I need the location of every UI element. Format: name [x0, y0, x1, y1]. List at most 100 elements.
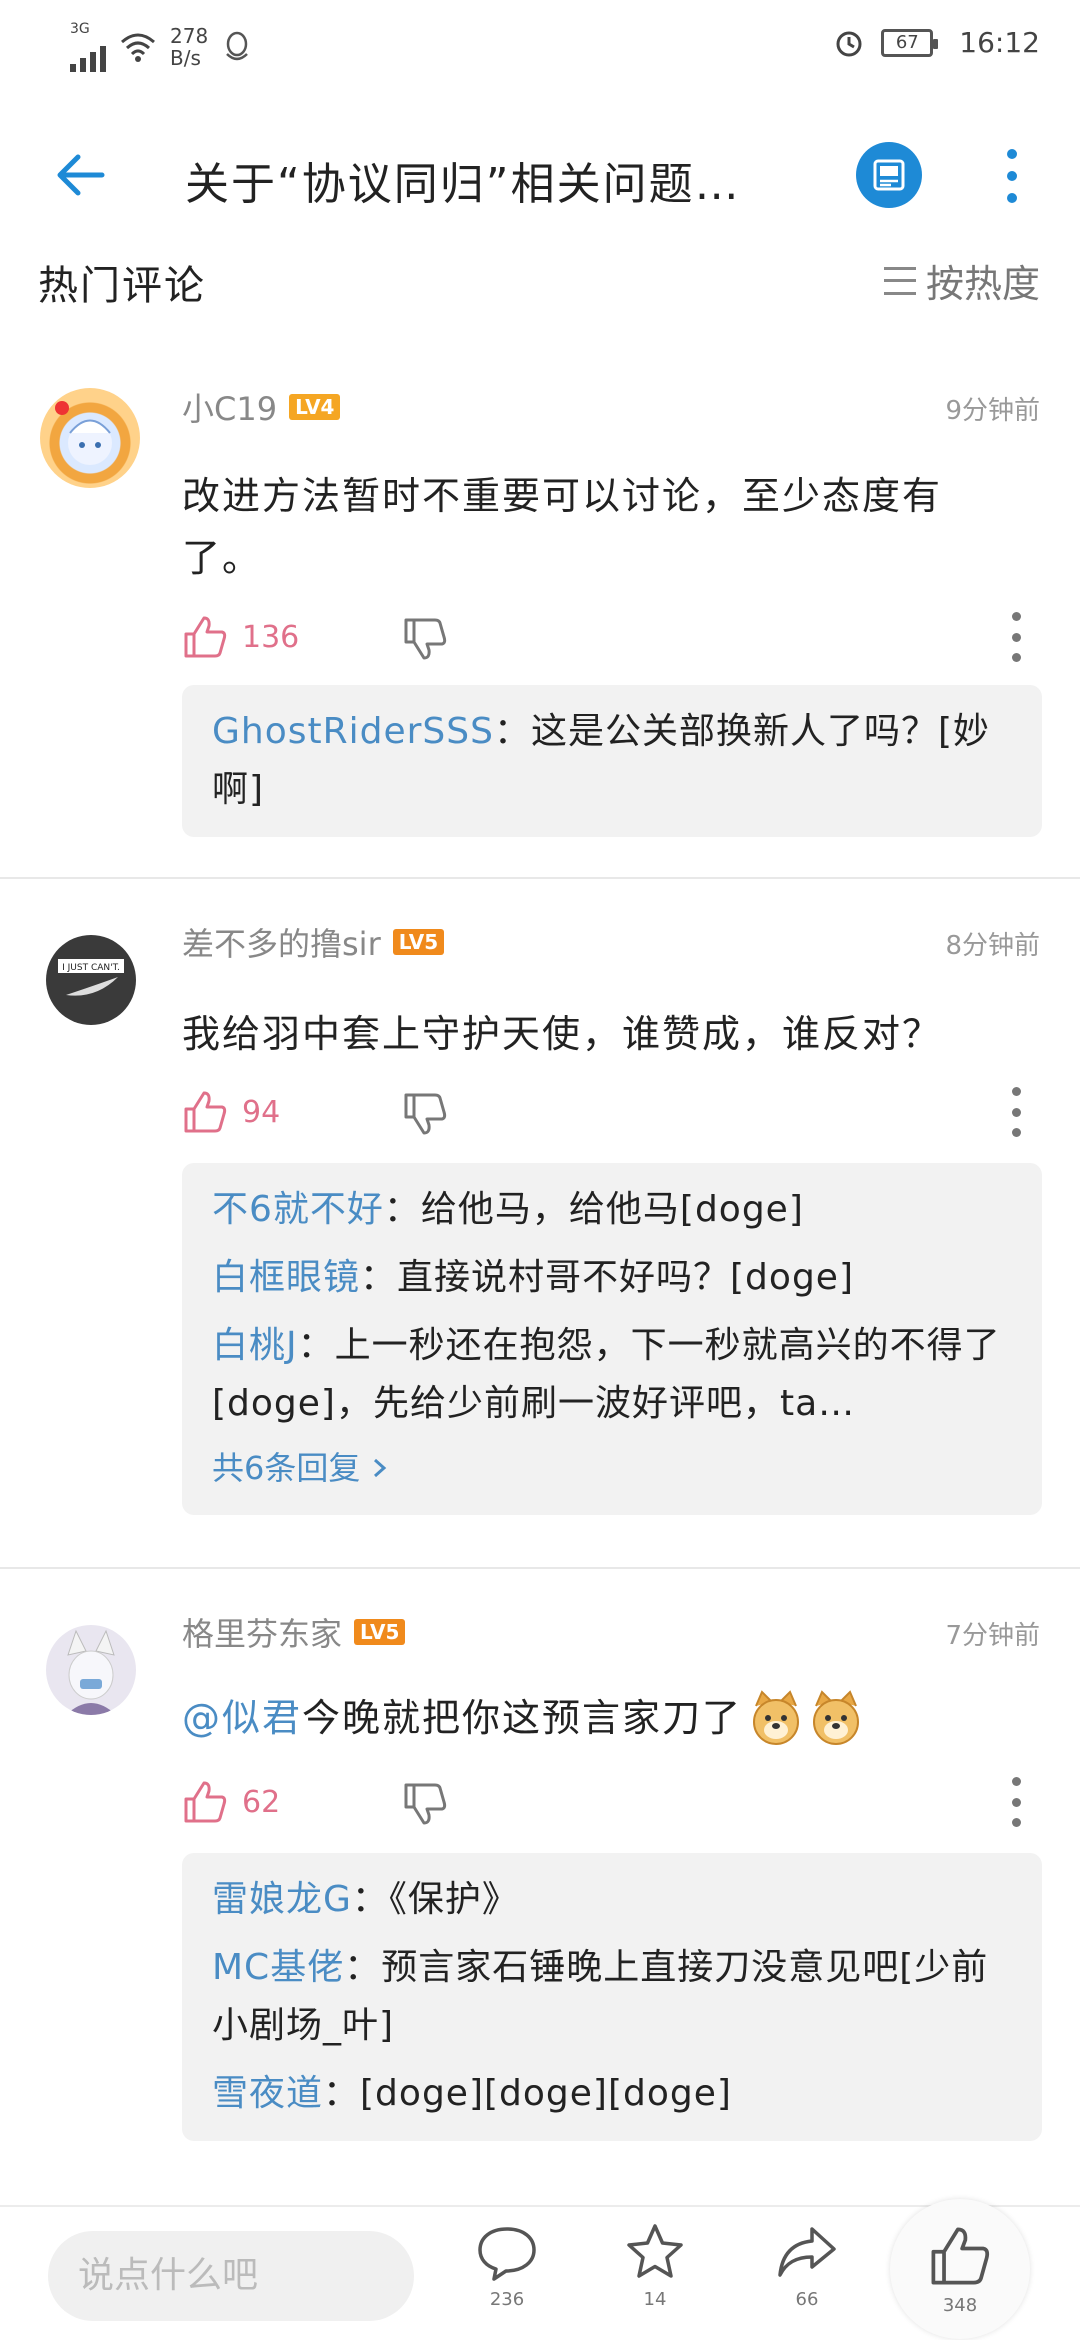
signal-icon — [70, 36, 106, 72]
username[interactable]: 小C19 — [182, 384, 277, 430]
comment-time: 9分钟前 — [945, 396, 1040, 426]
reply-username[interactable]: GhostRiderSSS — [212, 711, 494, 752]
comment-time: 8分钟前 — [945, 931, 1040, 961]
page-title: 关于“协议同归”相关问题… — [185, 159, 741, 210]
dislike-icon[interactable] — [402, 1781, 448, 1827]
chevron-right-icon — [374, 1458, 387, 1478]
comment-button[interactable]: 236 — [462, 2221, 552, 2331]
picture-icon — [873, 159, 905, 191]
comment-time: 7分钟前 — [945, 1621, 1040, 1651]
more-vertical-icon[interactable] — [1000, 144, 1024, 208]
reply-preview-box[interactable]: GhostRiderSSS：这是公关部换新人了吗？[妙啊] — [182, 685, 1042, 837]
comment-item: 格里芬东家 LV5 7分钟前 @似君 今晚就把你这预言家刀了 62 雷娘龙G：《… — [0, 1595, 1080, 2165]
like-count: 136 — [242, 620, 300, 655]
avatar[interactable]: I JUST CAN'T. — [46, 935, 136, 1025]
reply-text: ：直接说村哥不好吗？[doge] — [360, 1257, 854, 1298]
comment-item: 小C19 LV4 9分钟前 改进方法暂时不重要可以讨论，至少态度有了。 136 … — [0, 370, 1080, 870]
view-all-replies-link[interactable]: 共6条回复 — [212, 1439, 1012, 1497]
like-count: 62 — [242, 1785, 281, 1820]
doge-emoji — [813, 1690, 860, 1745]
avatar[interactable] — [40, 388, 140, 488]
clock: 16:12 — [959, 26, 1040, 59]
mention-link[interactable]: @似君 — [182, 1687, 302, 1749]
reply-item: 白框眼镜：直接说村哥不好吗？[doge] — [212, 1249, 1012, 1307]
level-badge: LV4 — [289, 394, 341, 420]
comment-text-body: 今晚就把你这预言家刀了 — [302, 1696, 743, 1740]
network-speed-unit: B/s — [170, 46, 201, 70]
comment-bubble-icon — [478, 2227, 536, 2281]
like-post-button[interactable]: 348 — [890, 2199, 1030, 2339]
more-options-icon[interactable] — [1010, 1777, 1022, 1827]
share-button[interactable]: 66 — [762, 2221, 852, 2331]
share-arrow-icon — [778, 2227, 836, 2277]
favorite-button[interactable]: 14 — [610, 2221, 700, 2331]
hot-comments-title: 热门评论 — [38, 263, 206, 309]
sort-button[interactable]: 按热度 — [883, 253, 1040, 308]
bottom-action-bar: 说点什么吧 236 14 66 348 — [0, 2199, 1080, 2340]
comment-item: I JUST CAN'T. 差不多的撸sir LV5 8分钟前 我给羽中套上守护… — [0, 905, 1080, 1555]
username[interactable]: 格里芬东家 — [182, 1609, 342, 1655]
reply-username[interactable]: 白桃J — [212, 1325, 298, 1366]
avatar[interactable] — [46, 1625, 136, 1715]
avatar-just-cant-icon: I JUST CAN'T. — [58, 959, 124, 996]
status-bar: 3G 278 B/s 67 16:12 — [0, 0, 1080, 90]
reply-item: 雷娘龙G：《保护》 — [212, 1871, 1012, 1929]
wifi-icon — [121, 33, 155, 62]
share-count: 66 — [795, 2289, 819, 2310]
reply-item: 雪夜道：[doge][doge][doge] — [212, 2065, 1012, 2123]
level-badge: LV5 — [354, 1619, 406, 1645]
reply-item: GhostRiderSSS：这是公关部换新人了吗？[妙啊] — [212, 703, 1012, 819]
avatar-fox-girl-icon — [66, 1629, 116, 1715]
reply-username[interactable]: 白框眼镜 — [212, 1257, 360, 1298]
comment-text: 我给羽中套上守护天使，谁赞成，谁反对？ — [182, 1012, 943, 1056]
reply-username[interactable]: 雷娘龙G — [212, 1879, 352, 1920]
back-arrow-icon[interactable] — [50, 145, 110, 205]
divider — [0, 1567, 1080, 1569]
top-app-bar: 关于“协议同归”相关问题… — [0, 120, 1080, 230]
reply-username[interactable]: 雪夜道 — [212, 2073, 323, 2114]
reply-username[interactable]: 不6就不好 — [212, 1189, 384, 1230]
like-count: 94 — [242, 1095, 281, 1130]
thumbs-up-icon — [931, 2227, 990, 2284]
comment-count: 236 — [489, 2289, 525, 2310]
doge-emoji — [753, 1690, 800, 1745]
more-options-icon[interactable] — [1010, 612, 1022, 662]
sort-label: 按热度 — [925, 262, 1040, 306]
dislike-icon[interactable] — [402, 1091, 448, 1137]
comment-text: @似君 今晚就把你这预言家刀了 — [182, 1687, 1012, 1749]
reply-item: 白桃J：上一秒还在抱怨，下一秒就高兴的不得了[doge]，先给少前刷一波好评吧，… — [212, 1317, 1012, 1433]
qq-icon — [226, 31, 249, 61]
like-icon[interactable] — [182, 1779, 228, 1825]
dislike-icon[interactable] — [402, 616, 448, 662]
level-badge: LV5 — [392, 929, 445, 955]
comments-section-header: 热门评论 按热度 — [0, 245, 1080, 315]
reply-item: 不6就不好：给他马，给他马[doge] — [212, 1181, 1012, 1239]
star-icon — [627, 2224, 683, 2278]
reply-username[interactable]: MC基佬 — [212, 1947, 344, 1988]
reply-text: ：《保护》 — [351, 1879, 519, 1920]
reply-text: ：给他马，给他马[doge] — [383, 1189, 804, 1230]
avatar-anime-girl-icon — [55, 401, 112, 465]
reply-preview-box[interactable]: 雷娘龙G：《保护》 MC基佬：预言家石锤晚上直接刀没意见吧[少前小剧场_叶] 雪… — [182, 1853, 1042, 2141]
more-replies-label: 共6条回复 — [212, 1449, 361, 1487]
reply-preview-box[interactable]: 不6就不好：给他马，给他马[doge] 白框眼镜：直接说村哥不好吗？[doge]… — [182, 1163, 1042, 1515]
comment-input[interactable]: 说点什么吧 — [48, 2231, 414, 2321]
reply-item: MC基佬：预言家石锤晚上直接刀没意见吧[少前小剧场_叶] — [212, 1939, 1012, 2055]
reply-text: ：[doge][doge][doge] — [323, 2073, 732, 2114]
reply-text: ：上一秒还在抱怨，下一秒就高兴的不得了[doge]，先给少前刷一波好评吧，ta… — [212, 1325, 1001, 1424]
alarm-icon — [836, 31, 862, 56]
image-button[interactable] — [856, 142, 922, 208]
comment-text: 改进方法暂时不重要可以讨论，至少态度有了。 — [182, 474, 943, 580]
like-icon[interactable] — [182, 1089, 228, 1135]
like-icon[interactable] — [182, 614, 228, 660]
battery-indicator: 67 — [881, 28, 939, 57]
network-type: 3G — [70, 21, 90, 37]
svg-text:I JUST CAN'T.: I JUST CAN'T. — [62, 963, 120, 973]
sort-list-icon — [883, 266, 916, 295]
divider — [0, 877, 1080, 879]
like-post-count: 348 — [942, 2294, 978, 2316]
network-speed-value: 278 — [170, 24, 209, 48]
more-options-icon[interactable] — [1010, 1087, 1022, 1137]
favorite-count: 14 — [643, 2289, 667, 2310]
username[interactable]: 差不多的撸sir — [182, 919, 381, 965]
